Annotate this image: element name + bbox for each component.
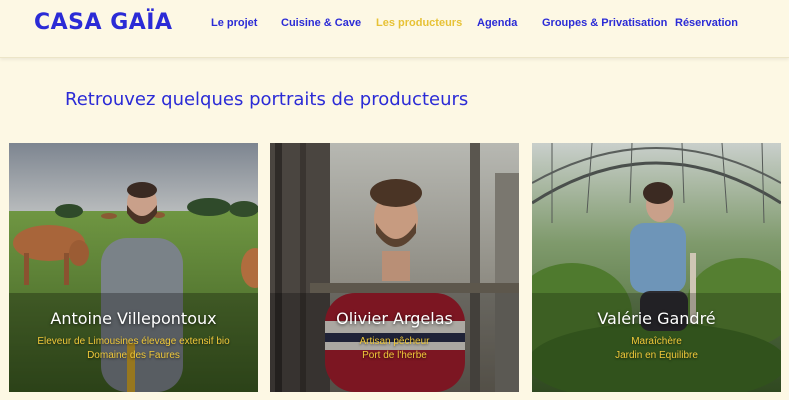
nav-item-reservation[interactable]: Réservation	[675, 17, 738, 29]
producer-role: Artisan pêcheur	[359, 336, 430, 347]
producer-card-olivier-argelas[interactable]: Olivier Argelas Artisan pêcheur Port de …	[270, 143, 519, 392]
producer-role: Maraîchère	[631, 336, 682, 347]
site-header: CASA GAÏA Le projet Cuisine & Cave Les p…	[0, 0, 789, 58]
main-nav: Le projet Cuisine & Cave Les producteurs…	[0, 17, 789, 31]
nav-item-agenda[interactable]: Agenda	[477, 17, 517, 29]
producer-name: Olivier Argelas	[336, 309, 453, 328]
producer-card-valerie-gandre[interactable]: Valérie Gandré Maraîchère Jardin en Equi…	[532, 143, 781, 392]
producer-place: Port de l'herbe	[362, 350, 427, 361]
producer-place: Jardin en Equilibre	[615, 350, 698, 361]
producer-role: Eleveur de Limousines élevage extensif b…	[37, 336, 230, 347]
page-title: Retrouvez quelques portraits de producte…	[65, 89, 469, 110]
nav-item-les-producteurs[interactable]: Les producteurs	[376, 17, 462, 29]
producer-card-antoine-villepontoux[interactable]: Antoine Villepontoux Eleveur de Limousin…	[9, 143, 258, 392]
nav-item-cuisine-cave[interactable]: Cuisine & Cave	[281, 17, 361, 29]
producer-place: Domaine des Faures	[87, 350, 180, 361]
nav-item-le-projet[interactable]: Le projet	[211, 17, 257, 29]
nav-item-groupes-privatisation[interactable]: Groupes & Privatisation	[542, 17, 667, 29]
producer-name: Valérie Gandré	[597, 309, 716, 328]
producer-name: Antoine Villepontoux	[50, 309, 217, 328]
